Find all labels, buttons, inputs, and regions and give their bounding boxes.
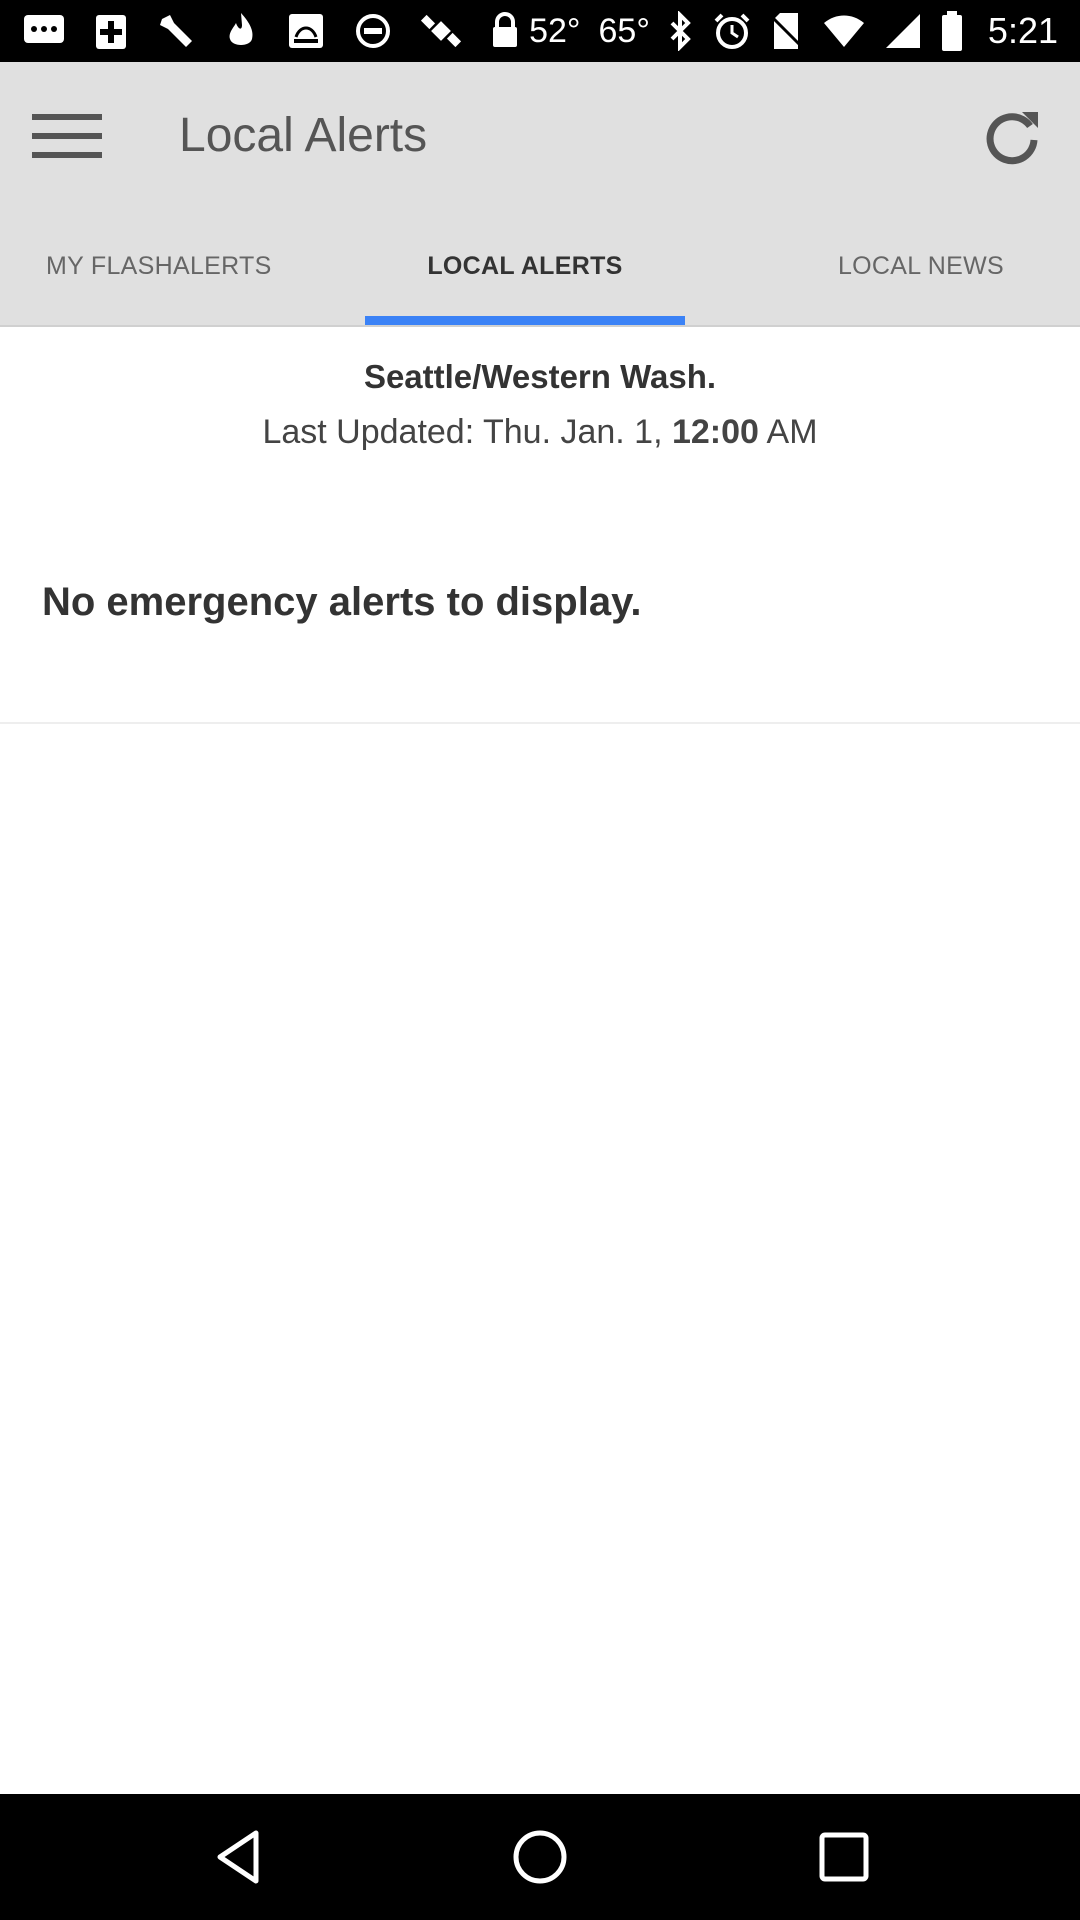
empty-state-message: No emergency alerts to display. [42, 580, 642, 624]
tab-local-alerts[interactable]: LOCAL ALERTS [365, 207, 685, 325]
battery-icon [940, 10, 964, 52]
tab-bar: MY FLASHALERTS LOCAL ALERTS LOCAL NEWS [0, 207, 1080, 325]
home-icon[interactable] [510, 1827, 570, 1887]
page-title: Local Alerts [179, 109, 428, 162]
tab-label: LOCAL NEWS [837, 251, 1004, 280]
tab-local-news[interactable]: LOCAL NEWS [685, 207, 1080, 325]
bluetooth-icon [668, 11, 694, 51]
signal-icon [884, 12, 922, 50]
wrench-icon [156, 11, 196, 51]
last-updated-suffix: AM [758, 413, 818, 451]
medical-plus-icon [94, 11, 128, 51]
region-title: Seattle/Western Wash. [363, 358, 717, 395]
alarm-icon [712, 11, 752, 51]
back-icon[interactable] [210, 1827, 270, 1887]
tab-my-flashalerts[interactable]: MY FLASHALERTS [0, 207, 365, 325]
notification-icons [22, 0, 520, 62]
temperature-1: 52° [529, 11, 581, 50]
satellite-icon [420, 10, 462, 52]
wifi-icon [822, 13, 866, 49]
status-bar: 52° 65° 5:21 [0, 0, 1080, 62]
photo-icon [286, 11, 326, 51]
hamburger-menu-icon[interactable] [32, 114, 102, 158]
chat-icon [22, 11, 66, 51]
blocked-icon [354, 12, 392, 50]
last-updated-prefix: Last Updated: Thu. Jan. 1, [262, 413, 672, 451]
no-sim-icon [770, 11, 804, 51]
temperature-2: 65° [598, 11, 650, 50]
last-updated-time: 12:00 [671, 413, 759, 451]
clock: 5:21 [987, 10, 1058, 51]
flame-icon [224, 11, 258, 51]
refresh-icon[interactable] [980, 104, 1044, 168]
divider [0, 722, 1080, 724]
active-tab-indicator [365, 316, 685, 325]
screen: 52° 65° 5:21 Local Alerts MY FLASHALERTS… [0, 0, 1080, 1920]
status-icons: 52° 65° 5:21 [529, 0, 1058, 62]
navigation-bar [0, 1794, 1080, 1920]
tab-label: MY FLASHALERTS [46, 251, 272, 280]
tab-label: LOCAL ALERTS [427, 251, 623, 280]
last-updated-text: Last Updated: Thu. Jan. 1, 12:00 AM [0, 413, 1080, 452]
lock-icon [490, 11, 520, 51]
recents-icon[interactable] [814, 1827, 874, 1887]
app-bar: Local Alerts [0, 62, 1080, 207]
divider [0, 325, 1080, 327]
